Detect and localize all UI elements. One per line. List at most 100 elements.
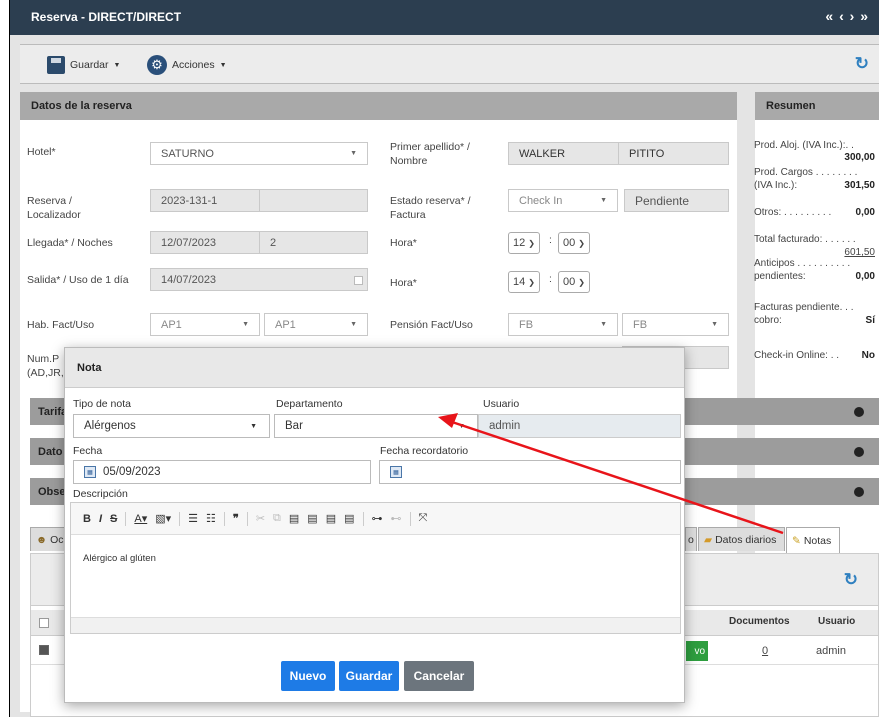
dialog-title: Nota	[77, 362, 102, 374]
paste-word-icon[interactable]: ▤	[326, 512, 336, 525]
tab-partial-label: o	[688, 533, 694, 546]
day-use-checkbox[interactable]	[354, 276, 363, 285]
section-title-booking: Datos de la reserva	[20, 92, 737, 120]
factura-field[interactable]: Pendiente	[624, 189, 729, 212]
otros-value: 0,00	[855, 207, 875, 218]
text-color-icon[interactable]: A▾	[134, 512, 147, 525]
link-icon[interactable]: ⊶	[372, 512, 383, 525]
toolbar-separator	[409, 511, 411, 526]
tab-datos-diarios-label: Datos diarios	[715, 533, 777, 546]
tab-notas[interactable]: ✎ Notas	[786, 527, 840, 553]
facturas-value: Sí	[865, 315, 875, 326]
localizador-field[interactable]	[259, 189, 368, 212]
tab-partial[interactable]: o	[685, 527, 697, 551]
folder-icon: ▰	[704, 533, 713, 546]
row-usuario: admin	[816, 645, 846, 657]
row-checkbox[interactable]	[39, 645, 49, 655]
usuario-field: admin	[478, 414, 681, 438]
llegada-field[interactable]: 12/07/2023	[150, 231, 260, 254]
save-button[interactable]: Guardar	[339, 661, 399, 691]
save-dropdown-button[interactable]: Guardar ▼	[47, 55, 120, 75]
hora2-label: Hora*	[390, 277, 417, 289]
notes-icon: ✎	[792, 534, 801, 547]
numbered-list-icon[interactable]: ☰	[188, 512, 198, 525]
salida-field[interactable]: 14/07/2023	[150, 268, 368, 291]
new-button[interactable]: Nuevo	[281, 661, 335, 691]
hora1-hour-select[interactable]: 12 ❯	[508, 232, 540, 254]
cancel-button[interactable]: Cancelar	[404, 661, 474, 691]
col-documentos[interactable]: Documentos	[729, 616, 790, 627]
hotel-select[interactable]: SATURNO ▼	[150, 142, 368, 165]
refresh-icon[interactable]: ↻	[855, 54, 869, 74]
tipo-nota-select[interactable]: Alérgenos ▼	[73, 414, 270, 438]
bold-icon[interactable]: B	[83, 513, 91, 525]
select-all-checkbox[interactable]	[39, 618, 49, 628]
save-label: Guardar	[70, 59, 109, 71]
background-color-icon[interactable]: ▧▾	[155, 512, 171, 525]
fecha-recordatorio-field[interactable]: ▦	[379, 460, 681, 484]
tab-datos-diarios[interactable]: ▰ Datos diarios	[698, 527, 785, 551]
window-title: Reserva - DIRECT/DIRECT	[31, 10, 182, 24]
hora2-hour-select[interactable]: 14 ❯	[508, 271, 540, 293]
cut-icon[interactable]: ✂	[256, 512, 265, 525]
paste-special-icon[interactable]: ▤	[344, 512, 354, 525]
calendar-icon[interactable]: ▦	[390, 466, 402, 478]
llegada-label: Llegada* / Noches	[27, 237, 113, 249]
chevron-down-icon: ▼	[219, 61, 227, 69]
surname-field[interactable]: WALKER	[508, 142, 619, 165]
usuario-label: Usuario	[483, 398, 520, 410]
salida-label: Salida* / Uso de 1 día	[27, 274, 129, 286]
time-colon: :	[549, 273, 552, 285]
estado-label: Estado reserva* / Factura	[390, 195, 471, 221]
calendar-icon[interactable]: ▦	[84, 466, 96, 478]
row-documentos-link[interactable]: 0	[762, 645, 768, 657]
gear-icon: ⚙	[147, 55, 167, 75]
hab-fact-select[interactable]: AP1 ▼	[150, 313, 260, 336]
paste-text-icon[interactable]: ▤	[307, 512, 317, 525]
section-datos-label: Dato	[38, 445, 63, 458]
blockquote-icon[interactable]: ❞	[233, 512, 239, 525]
editor-content[interactable]: Alérgico al glúten	[83, 553, 156, 564]
checkin-value: No	[861, 350, 875, 361]
pension-fact-select[interactable]: FB ▼	[508, 313, 618, 336]
prod-cargos-label: Prod. Cargos . . . . . . . .	[754, 167, 858, 178]
estado-value: Check In	[519, 194, 563, 207]
noches-field[interactable]: 2	[259, 231, 368, 254]
toolbar-separator	[362, 511, 364, 526]
fecha-field[interactable]: ▦ 05/09/2023	[73, 460, 371, 484]
reserva-field[interactable]: 2023-131-1	[150, 189, 260, 212]
departamento-select[interactable]: Bar ▼	[274, 414, 478, 438]
dialog-header	[65, 348, 684, 388]
name-field[interactable]: PITITO	[618, 142, 729, 165]
maximize-icon[interactable]: ⤧	[419, 512, 428, 525]
pension-uso-select[interactable]: FB ▼	[622, 313, 729, 336]
prod-cargos-value: 301,50	[844, 180, 875, 191]
tab-ocupantes[interactable]: ☻ Oc	[30, 527, 66, 551]
paste-icon[interactable]: ▤	[289, 512, 299, 525]
col-usuario[interactable]: Usuario	[818, 616, 855, 627]
hora2-minute-select[interactable]: 00 ❯	[558, 271, 590, 293]
strikethrough-icon[interactable]: S	[110, 513, 117, 525]
estado-select[interactable]: Check In ▼	[508, 189, 618, 212]
chevron-down-icon: ▼	[242, 321, 249, 328]
record-pager[interactable]: « ‹ › »	[825, 8, 869, 24]
status-badge[interactable]: vo	[686, 641, 708, 661]
facturas-label: Facturas pendiente. . .	[754, 302, 854, 313]
chevron-down-icon: ▼	[458, 422, 465, 430]
italic-icon[interactable]: I	[99, 513, 102, 525]
refresh-icon[interactable]: ↻	[844, 570, 858, 590]
chevron-down-icon: ▼	[113, 61, 121, 69]
chevron-down-icon: ❯	[528, 277, 535, 287]
bullet-list-icon[interactable]: ☷	[206, 512, 216, 525]
hab-uso-select[interactable]: AP1 ▼	[264, 313, 368, 336]
copy-icon[interactable]: ⧉	[273, 512, 281, 525]
hora2-hour-value: 14	[513, 276, 526, 288]
unlink-icon[interactable]: ⊷	[391, 512, 402, 525]
hora1-minute-select[interactable]: 00 ❯	[558, 232, 590, 254]
hora2-minute-value: 00	[563, 276, 576, 288]
actions-dropdown-button[interactable]: ⚙ Acciones ▼	[147, 55, 227, 75]
actions-label: Acciones	[172, 59, 215, 71]
note-dialog: Nota Tipo de nota Alérgenos ▼ Departament…	[64, 347, 685, 703]
editor-resize-bar	[71, 617, 680, 633]
hab-label: Hab. Fact/Uso	[27, 319, 95, 331]
